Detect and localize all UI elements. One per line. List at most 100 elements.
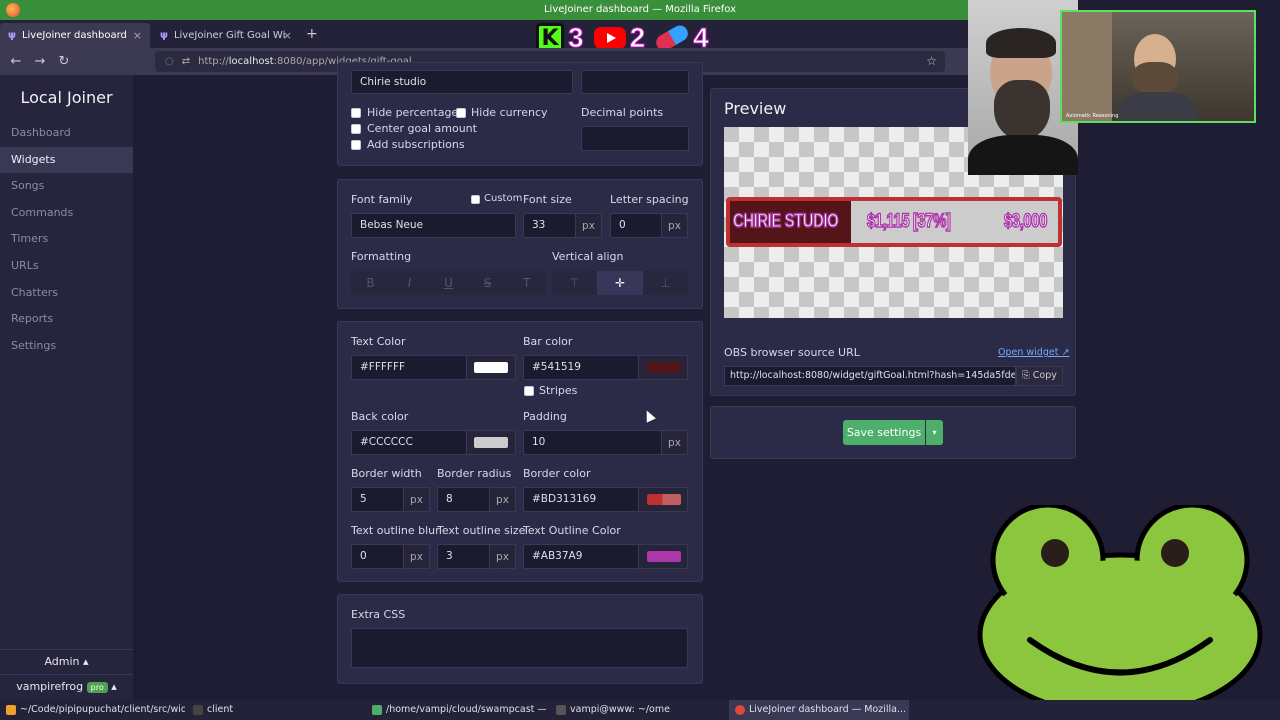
sidebar-item-timers[interactable]: Timers: [0, 226, 133, 253]
reload-button[interactable]: ↻: [52, 54, 76, 69]
custom-font-label: Custom: [484, 193, 523, 204]
vertical-align-toolbar: ⊤ ✛ ⊥: [552, 271, 688, 295]
text-color-swatch: [474, 362, 508, 373]
admin-menu[interactable]: Admin ▴: [0, 649, 133, 673]
text-color-input[interactable]: #FFFFFF: [351, 355, 467, 380]
sidebar-item-chatters[interactable]: Chatters: [0, 280, 133, 307]
goal-title-input[interactable]: Chirie studio: [351, 70, 573, 94]
tab-livejoiner-dashboard[interactable]: ψ LiveJoiner dashboard ×: [0, 23, 150, 48]
sidebar-item-widgets[interactable]: Widgets: [0, 146, 133, 174]
sidebar-item-reports[interactable]: Reports: [0, 306, 133, 333]
hide-percentage-checkbox[interactable]: [351, 108, 361, 118]
close-icon[interactable]: ×: [133, 29, 142, 42]
stripes-label: Stripes: [539, 384, 578, 397]
text-outline-blur-input[interactable]: 0: [351, 544, 404, 569]
save-settings-button[interactable]: Save settings: [843, 420, 925, 445]
close-icon[interactable]: ×: [283, 29, 292, 42]
open-widget-link[interactable]: Open widget ↗: [998, 347, 1069, 358]
add-subscriptions-checkbox[interactable]: [351, 140, 361, 150]
firefox-icon: [735, 704, 745, 715]
border-color-swatch: [647, 494, 681, 505]
obs-url-input[interactable]: http://localhost:8080/widget/giftGoal.ht…: [724, 366, 1016, 386]
frog-right-pupil: [1161, 539, 1189, 567]
youtube-icon: [593, 27, 626, 49]
sidebar-item-commands[interactable]: Commands: [0, 200, 133, 227]
goal-amount-input[interactable]: [581, 70, 689, 94]
italic-button[interactable]: I: [390, 271, 429, 295]
window-title: LiveJoiner dashboard — Mozilla Firefox: [543, 4, 737, 15]
strikethrough-button[interactable]: S: [468, 271, 507, 295]
back-button[interactable]: ←: [4, 54, 28, 69]
taskbar-item-ssh[interactable]: vampi@www: ~/ome: [550, 700, 725, 720]
border-color-label: Border color: [523, 467, 591, 480]
text-outline-color-swatch: [647, 551, 681, 562]
shield-icon: ◌: [165, 56, 174, 67]
taskbar-item-file-manager[interactable]: /home/vampi/cloud/swampcast — ...: [366, 700, 546, 720]
sidebar-item-urls[interactable]: URLs: [0, 253, 133, 280]
sidebar-item-songs[interactable]: Songs: [0, 173, 133, 200]
text-outline-size-unit: px: [489, 544, 516, 569]
font-size-input[interactable]: 33: [523, 213, 576, 238]
save-dropdown-button[interactable]: ▾: [926, 420, 943, 445]
person-beard: [1132, 62, 1178, 96]
align-middle-button[interactable]: ✛: [597, 271, 643, 295]
decimal-points-label: Decimal points: [581, 106, 664, 119]
webcam-right: Axiomatic Reasoning: [1060, 10, 1256, 123]
taskbar-item-terminal[interactable]: ~/Code/pipipupuchat/client/src/wid...: [0, 700, 185, 720]
underline-button[interactable]: U: [429, 271, 468, 295]
terminal-icon: [193, 704, 203, 715]
border-color-input[interactable]: #BD313169: [523, 487, 639, 512]
add-subscriptions-label: Add subscriptions: [367, 138, 465, 151]
tab-gift-goal-widget[interactable]: ψ LiveJoiner Gift Goal Widget ×: [152, 23, 300, 48]
sidebar-item-dashboard[interactable]: Dashboard: [0, 120, 133, 147]
person-beard: [994, 80, 1050, 140]
clipboard-icon: ⎘: [1022, 370, 1033, 381]
bar-color-label: Bar color: [523, 335, 573, 348]
custom-font-checkbox[interactable]: [471, 195, 480, 204]
stripes-checkbox[interactable]: [524, 386, 534, 396]
font-family-input[interactable]: Bebas Neue: [351, 213, 516, 238]
text-outline-blur-unit: px: [403, 544, 430, 569]
new-tab-button[interactable]: +: [306, 26, 318, 42]
text-transform-button[interactable]: T: [507, 271, 546, 295]
goal-name-text: CHIRIE STUDIO: [732, 210, 839, 233]
text-outline-size-input[interactable]: 3: [437, 544, 490, 569]
taskbar-item-client[interactable]: client: [187, 700, 362, 720]
bookmark-star-icon[interactable]: ☆: [926, 54, 937, 68]
user-menu[interactable]: vampirefrog pro ▴: [0, 674, 133, 700]
sidebar-item-settings[interactable]: Settings: [0, 333, 133, 360]
extra-css-textarea[interactable]: [351, 628, 688, 668]
taskbar: ~/Code/pipipupuchat/client/src/wid... cl…: [0, 700, 1280, 720]
copy-button[interactable]: ⎘ Copy: [1016, 366, 1063, 386]
bar-color-input[interactable]: #541519: [523, 355, 639, 380]
task-label: vampi@www: ~/ome: [570, 704, 670, 715]
back-color-input[interactable]: #CCCCCC: [351, 430, 467, 455]
taskbar-item-firefox[interactable]: LiveJoiner dashboard — Mozilla...: [729, 700, 909, 720]
border-width-input[interactable]: 5: [351, 487, 404, 512]
padding-input[interactable]: 10: [523, 430, 662, 455]
font-size-unit: px: [575, 213, 602, 238]
text-outline-color-input[interactable]: #AB37A9: [523, 544, 639, 569]
border-radius-input[interactable]: 8: [437, 487, 490, 512]
task-label: ~/Code/pipipupuchat/client/src/wid...: [20, 704, 185, 715]
decimal-points-input[interactable]: [581, 126, 689, 151]
task-label: client: [207, 704, 234, 715]
bookshelf: [1062, 12, 1112, 121]
frog-left-pupil: [1041, 539, 1069, 567]
letter-spacing-input[interactable]: 0: [610, 213, 662, 238]
center-goal-checkbox[interactable]: [351, 124, 361, 134]
align-bottom-button[interactable]: ⊥: [643, 271, 688, 295]
text-outline-blur-label: Text outline blur: [351, 524, 440, 537]
extra-css-label: Extra CSS: [351, 608, 406, 621]
goal-bar-preview: CHIRIE STUDIO $1,115 [37%] $3,000: [726, 197, 1062, 247]
bold-button[interactable]: B: [351, 271, 390, 295]
forward-button[interactable]: →: [28, 54, 52, 69]
border-width-unit: px: [403, 487, 430, 512]
padding-unit: px: [661, 430, 688, 455]
hide-currency-checkbox[interactable]: [456, 108, 466, 118]
tab-label: LiveJoiner Gift Goal Widget: [173, 30, 286, 41]
terminal-icon: [6, 704, 16, 715]
livejoiner-icon: ψ: [160, 30, 168, 41]
username: vampirefrog: [16, 680, 84, 693]
align-top-button[interactable]: ⊤: [552, 271, 597, 295]
